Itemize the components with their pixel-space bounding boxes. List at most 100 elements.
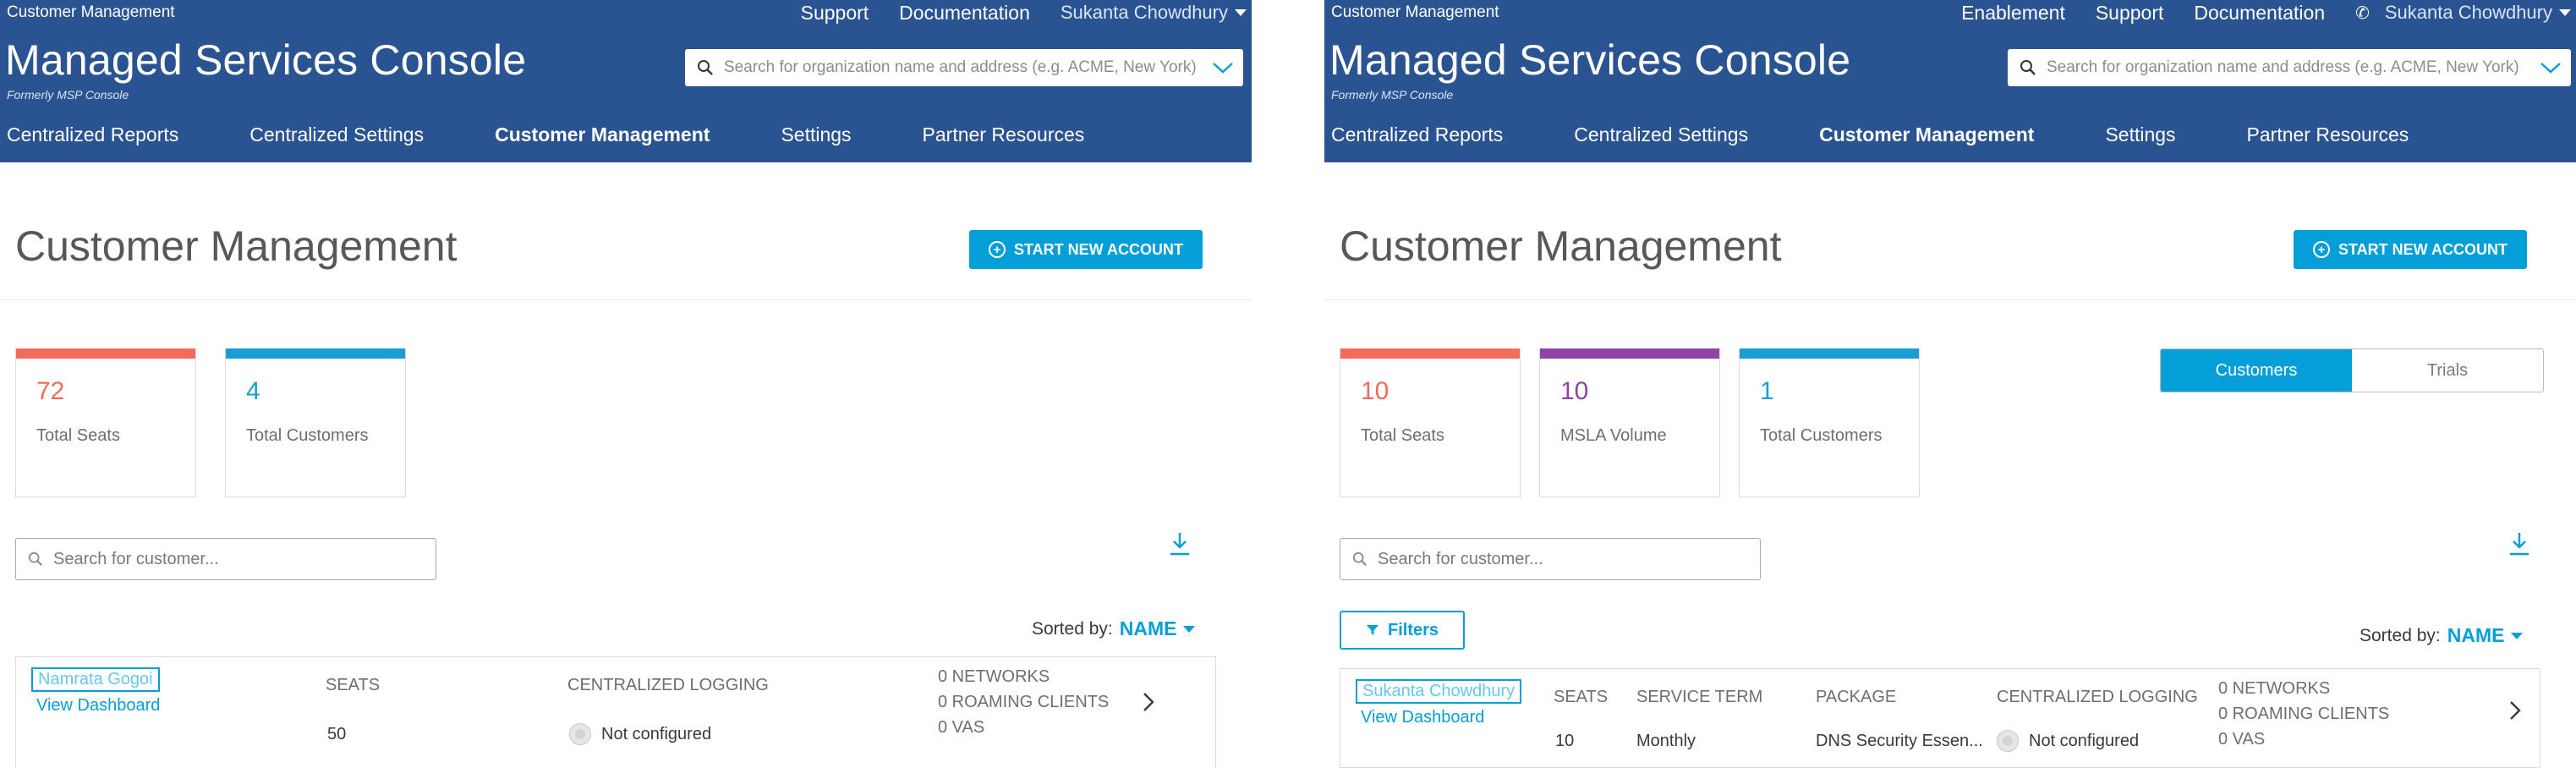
breadcrumb: Customer Management: [1331, 3, 1499, 21]
tab-customers[interactable]: Customers: [2161, 349, 2352, 392]
download-icon[interactable]: [2508, 531, 2530, 557]
sort-control[interactable]: Sorted by: NAME: [2360, 624, 2524, 647]
total-seats-value: 10: [1361, 377, 1389, 405]
nav-settings[interactable]: Settings: [2105, 123, 2175, 146]
vas-count: 0 VAS: [938, 718, 985, 737]
total-customers-label: Total Customers: [1760, 426, 1883, 445]
vas-count: 0 VAS: [2218, 730, 2266, 749]
user-menu[interactable]: ✆ Sukanta Chowdhury: [2355, 2, 2571, 24]
chevron-right-icon[interactable]: [1141, 691, 1156, 713]
service-term-header: SERVICE TERM: [1636, 688, 1763, 706]
sorted-by-value: NAME: [2447, 624, 2505, 646]
seats-value: 10: [1555, 732, 1575, 750]
support-link[interactable]: Support: [2096, 2, 2164, 25]
search-icon: [28, 551, 42, 566]
card-accent-bar: [226, 348, 405, 359]
right-screen: Customer Management Enablement Support D…: [1324, 0, 2576, 768]
plus-circle-icon: +: [989, 241, 1006, 258]
nav-centralized-settings[interactable]: Centralized Settings: [1574, 123, 1748, 146]
nav-centralized-settings[interactable]: Centralized Settings: [249, 123, 424, 146]
sort-control[interactable]: Sorted by: NAME: [1032, 617, 1196, 640]
nav-centralized-reports[interactable]: Centralized Reports: [7, 123, 178, 146]
top-links: Enablement Support Documentation ✆ Sukan…: [1961, 0, 2571, 25]
tab-trials[interactable]: Trials: [2352, 349, 2543, 392]
user-menu[interactable]: Sukanta Chowdhury: [1061, 2, 1247, 24]
customer-search-input[interactable]: Search for customer...: [15, 538, 436, 580]
documentation-link[interactable]: Documentation: [899, 2, 1030, 25]
search-icon: [2020, 60, 2036, 75]
total-customers-card: 4 Total Customers: [225, 348, 406, 497]
support-link[interactable]: Support: [801, 2, 869, 25]
start-new-account-button[interactable]: + START NEW ACCOUNT: [2294, 230, 2527, 269]
card-accent-bar: [1740, 348, 1919, 359]
customer-name-link[interactable]: Sukanta Chowdhury: [1356, 679, 1522, 704]
divider: [1324, 299, 2576, 300]
page-title: Customer Management: [15, 222, 458, 270]
networks-count: 0 NETWORKS: [2218, 679, 2331, 698]
sorted-by-label: Sorted by:: [1032, 618, 1113, 639]
logging-status-icon: [569, 723, 591, 745]
centralized-logging-header: CENTRALIZED LOGGING: [567, 676, 769, 694]
chevron-right-icon[interactable]: [2507, 699, 2523, 721]
view-dashboard-link[interactable]: View Dashboard: [1361, 708, 1484, 727]
app-header: Customer Management Support Documentatio…: [0, 0, 1252, 162]
roaming-clients-count: 0 ROAMING CLIENTS: [938, 693, 1110, 711]
view-dashboard-link[interactable]: View Dashboard: [36, 696, 160, 716]
roaming-clients-count: 0 ROAMING CLIENTS: [2218, 705, 2390, 723]
customer-name-link[interactable]: Namrata Gogoi: [31, 667, 160, 692]
search-icon: [1352, 551, 1367, 566]
chevron-down-icon[interactable]: [2539, 59, 2562, 76]
card-accent-bar: [1340, 348, 1520, 359]
total-customers-label: Total Customers: [246, 426, 369, 445]
organization-search-input[interactable]: Search for organization name and address…: [2008, 49, 2571, 86]
seats-header: SEATS: [326, 676, 381, 694]
organization-search-input[interactable]: Search for organization name and address…: [685, 49, 1243, 86]
package-header: PACKAGE: [1816, 688, 1897, 706]
search-icon: [698, 60, 713, 75]
caret-down-icon: [1235, 9, 1247, 16]
msla-volume-value: 10: [1560, 377, 1589, 405]
customer-row[interactable]: Sukanta Chowdhury View Dashboard SEATS 1…: [1340, 668, 2540, 768]
nav-settings[interactable]: Settings: [781, 123, 851, 146]
caret-down-icon: [2559, 9, 2571, 16]
filter-icon: [1366, 625, 1378, 635]
user-name: Sukanta Chowdhury: [1060, 2, 1228, 23]
left-screen: Customer Management Support Documentatio…: [0, 0, 1252, 768]
customer-search-input[interactable]: Search for customer...: [1340, 538, 1761, 580]
chevron-down-icon[interactable]: [1211, 59, 1235, 76]
customers-trials-toggle: Customers Trials: [2160, 348, 2544, 392]
nav-customer-management[interactable]: Customer Management: [495, 123, 710, 146]
package-value: DNS Security Essen...: [1816, 732, 1983, 750]
filters-button[interactable]: Filters: [1340, 611, 1465, 650]
card-accent-bar: [16, 348, 195, 359]
start-new-account-button[interactable]: + START NEW ACCOUNT: [969, 230, 1203, 269]
caret-down-icon: [1183, 625, 1196, 633]
main-nav: Centralized Reports Centralized Settings…: [7, 123, 1084, 146]
main-nav: Centralized Reports Centralized Settings…: [1331, 123, 2409, 146]
top-links: Support Documentation Sukanta Chowdhury: [801, 0, 1247, 25]
customer-search-placeholder: Search for customer...: [53, 549, 219, 568]
enablement-link[interactable]: Enablement: [1961, 2, 2065, 25]
nav-partner-resources[interactable]: Partner Resources: [923, 123, 1085, 146]
breadcrumb: Customer Management: [7, 3, 175, 21]
msla-volume-label: MSLA Volume: [1560, 426, 1667, 445]
user-name: Sukanta Chowdhury: [2384, 2, 2552, 23]
total-seats-label: Total Seats: [1361, 426, 1444, 445]
filters-label: Filters: [1387, 620, 1439, 639]
phone-icon: ✆: [2355, 3, 2370, 23]
sorted-by-label: Sorted by:: [2360, 625, 2441, 645]
nav-partner-resources[interactable]: Partner Resources: [2247, 123, 2409, 146]
start-new-account-label: START NEW ACCOUNT: [1014, 240, 1183, 258]
download-icon[interactable]: [1169, 531, 1191, 557]
msla-volume-card: 10 MSLA Volume: [1539, 348, 1720, 497]
app-subtitle: Formerly MSP Console: [1331, 88, 1454, 101]
nav-centralized-reports[interactable]: Centralized Reports: [1331, 123, 1503, 146]
app-subtitle: Formerly MSP Console: [7, 88, 129, 101]
nav-customer-management[interactable]: Customer Management: [1819, 123, 2034, 146]
total-customers-value: 1: [1760, 377, 1774, 405]
seats-value: 50: [327, 725, 347, 743]
centralized-logging-value: Not configured: [2029, 732, 2140, 750]
customer-row[interactable]: Namrata Gogoi View Dashboard SEATS 50 CE…: [15, 656, 1216, 768]
logging-status-icon: [1997, 730, 2019, 752]
documentation-link[interactable]: Documentation: [2194, 2, 2325, 25]
